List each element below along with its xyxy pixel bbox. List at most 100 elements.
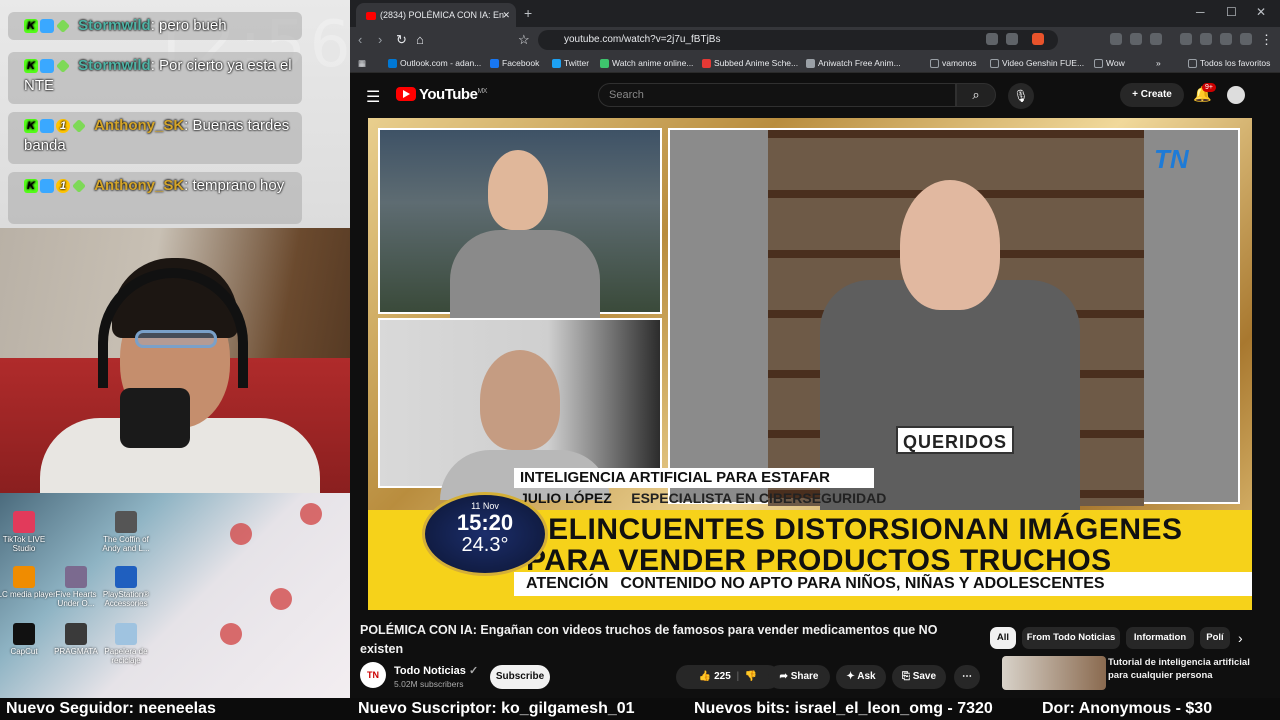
- guest-face: [480, 350, 560, 450]
- more-actions-button[interactable]: ⋯: [954, 665, 980, 689]
- tiktok-icon: [13, 511, 35, 533]
- recommended-thumbnail[interactable]: [1002, 656, 1106, 690]
- stream-overlay: 12:56 K Stormwild: pero bueh K Stormwild…: [0, 0, 350, 698]
- home-button[interactable]: ⌂: [416, 32, 424, 47]
- video-title: POLÉMICA CON IA: Engañan con videos truc…: [360, 623, 938, 656]
- like-button[interactable]: 👍 225: [699, 671, 731, 682]
- create-label: Create: [1140, 89, 1172, 100]
- like-dislike-group: 👍 225 | 👎: [676, 665, 780, 689]
- bookmark-item[interactable]: Subbed Anime Sche...: [702, 56, 798, 70]
- headline-text: DELINCUENTES DISTORSIONAN IMÁGENES PARA V…: [526, 514, 1183, 576]
- bookmark-label: Subbed Anime Sche...: [714, 58, 799, 68]
- desktop-icon[interactable]: The Coffin of Andy and L...: [94, 511, 158, 553]
- recommended-title[interactable]: Tutorial de inteligencia artificial para…: [1108, 656, 1258, 682]
- extension-icon[interactable]: [986, 33, 998, 45]
- warning-label: ATENCIÓN: [526, 575, 609, 592]
- anchor-suit: [450, 230, 600, 320]
- chip-politics[interactable]: Polí: [1200, 627, 1230, 649]
- wallpaper-flower: [220, 623, 242, 645]
- share-button[interactable]: ➦ Share: [768, 665, 830, 689]
- bookmark-item[interactable]: Outlook.com - adan...: [388, 56, 481, 70]
- search-button[interactable]: ⌕: [956, 83, 996, 107]
- minimize-button[interactable]: ─: [1196, 5, 1205, 19]
- bookmark-folder[interactable]: Todos los favoritos: [1188, 56, 1270, 70]
- menu-icon[interactable]: ⋮: [1260, 32, 1273, 48]
- more-bookmarks-icon[interactable]: »: [1156, 56, 1161, 70]
- new-tab-button[interactable]: +: [524, 5, 532, 21]
- chat-badges: K1: [24, 176, 88, 196]
- bookmark-label: Facebook: [502, 58, 540, 68]
- bookmark-label: Outlook.com - adan...: [400, 58, 482, 68]
- menu-hamburger-icon[interactable]: ☰: [366, 87, 380, 107]
- desktop-icon-label: PlayStation® Accessories: [102, 590, 150, 608]
- dislike-button[interactable]: 👎: [745, 671, 757, 682]
- share-label: Share: [790, 671, 819, 682]
- chip-all[interactable]: All: [990, 627, 1016, 649]
- close-window-button[interactable]: ✕: [1256, 5, 1266, 19]
- close-tab-icon[interactable]: ✕: [502, 3, 510, 27]
- reload-button[interactable]: ↻: [396, 32, 407, 48]
- desktop-icon[interactable]: PlayStation® Accessories: [94, 566, 158, 608]
- game-icon: [65, 566, 87, 588]
- extension-icon[interactable]: [1130, 33, 1142, 45]
- thumbs-up-icon: 👍: [698, 671, 715, 682]
- browser-window: (2834) POLÉMICA CON IA: En ✕ + ─ ☐ ✕ ‹ ›…: [350, 0, 1280, 698]
- sparkle-icon: ✦: [846, 671, 858, 682]
- desktop-icon[interactable]: Papelera de reciclaje: [94, 623, 158, 665]
- ask-button[interactable]: ✦ Ask: [836, 665, 886, 689]
- channel-avatar[interactable]: TN: [360, 662, 386, 688]
- desktop-icon[interactable]: TikTok LIVE Studio: [0, 511, 56, 553]
- save-button[interactable]: ⎘ Save: [892, 665, 946, 689]
- maximize-button[interactable]: ☐: [1226, 5, 1237, 19]
- video-player[interactable]: TN QUERIDOS INTELIGENCIA ARTIFICIAL PARA…: [368, 118, 1252, 610]
- extension-icon[interactable]: [1240, 33, 1252, 45]
- chat-badges: K: [24, 56, 72, 76]
- desktop-icon-label: TikTok LIVE Studio: [2, 535, 46, 553]
- voice-search-button[interactable]: 🎙: [1008, 83, 1034, 109]
- chips-next-icon[interactable]: ›: [1238, 630, 1243, 646]
- capcut-icon: [13, 623, 35, 645]
- youtube-logo[interactable]: YouTubeMX: [396, 86, 487, 103]
- bookmark-folder[interactable]: Wow: [1094, 56, 1125, 70]
- brave-shield-icon[interactable]: [1032, 33, 1044, 45]
- chip-information[interactable]: Information: [1126, 627, 1194, 649]
- chip-from-channel[interactable]: From Todo Noticias: [1022, 627, 1120, 649]
- share-icon: ➦: [779, 671, 791, 682]
- search-input[interactable]: Search: [598, 83, 956, 107]
- bookmark-folder[interactable]: Video Genshin FUE...: [990, 56, 1084, 70]
- bookmark-item[interactable]: Watch anime online...: [600, 56, 693, 70]
- tn-logo: TN: [1154, 144, 1189, 174]
- bookmark-icon[interactable]: ☆: [518, 32, 530, 48]
- mic-icon: 🎙: [1013, 89, 1029, 103]
- ticker-follower: Nuevo Seguidor: neeneelas: [6, 700, 216, 717]
- apps-icon[interactable]: ▦: [358, 56, 366, 70]
- extension-icon[interactable]: [1180, 33, 1192, 45]
- extension-icon[interactable]: [1150, 33, 1162, 45]
- chat-message: K Stormwild: Por cierto ya esta el NTE: [8, 52, 302, 104]
- bookmark-item[interactable]: Aniwatch Free Anim...: [806, 56, 901, 70]
- forward-button[interactable]: ›: [378, 32, 382, 47]
- subscribe-button[interactable]: Subscribe: [490, 665, 550, 689]
- bookmark-folder[interactable]: vamonos: [930, 56, 977, 70]
- bookmark-item[interactable]: Twitter: [552, 56, 589, 70]
- channel-name-text: Todo Noticias: [394, 665, 466, 677]
- extension-icon[interactable]: [1200, 33, 1212, 45]
- bookmark-label: Wow: [1106, 58, 1125, 68]
- extension-icon[interactable]: [1110, 33, 1122, 45]
- chat-panel: 12:56 K Stormwild: pero bueh K Stormwild…: [0, 0, 350, 228]
- twitter-icon: [552, 59, 561, 69]
- tab-youtube[interactable]: (2834) POLÉMICA CON IA: En ✕: [356, 3, 516, 27]
- extension-icon[interactable]: [1220, 33, 1232, 45]
- back-button[interactable]: ‹: [358, 32, 362, 47]
- desktop-icon-label: The Coffin of Andy and L...: [102, 535, 150, 553]
- create-button[interactable]: + Create: [1120, 83, 1184, 107]
- account-avatar[interactable]: [1227, 86, 1245, 104]
- bookmark-item[interactable]: Facebook: [490, 56, 539, 70]
- bookmark-label: Video Genshin FUE...: [1002, 58, 1085, 68]
- verified-icon: ✓: [468, 665, 479, 677]
- youtube-header: ☰ YouTubeMX Search ⌕ 🎙 + Create 🔔 9+: [350, 73, 1280, 117]
- channel-name[interactable]: Todo Noticias ✓: [394, 664, 478, 677]
- chat-message: K1 Anthony_SK: temprano hoy: [8, 172, 302, 224]
- share-icon[interactable]: [1006, 33, 1018, 45]
- address-bar[interactable]: youtube.com/watch?v=2j7u_fBTjBs: [538, 30, 1058, 50]
